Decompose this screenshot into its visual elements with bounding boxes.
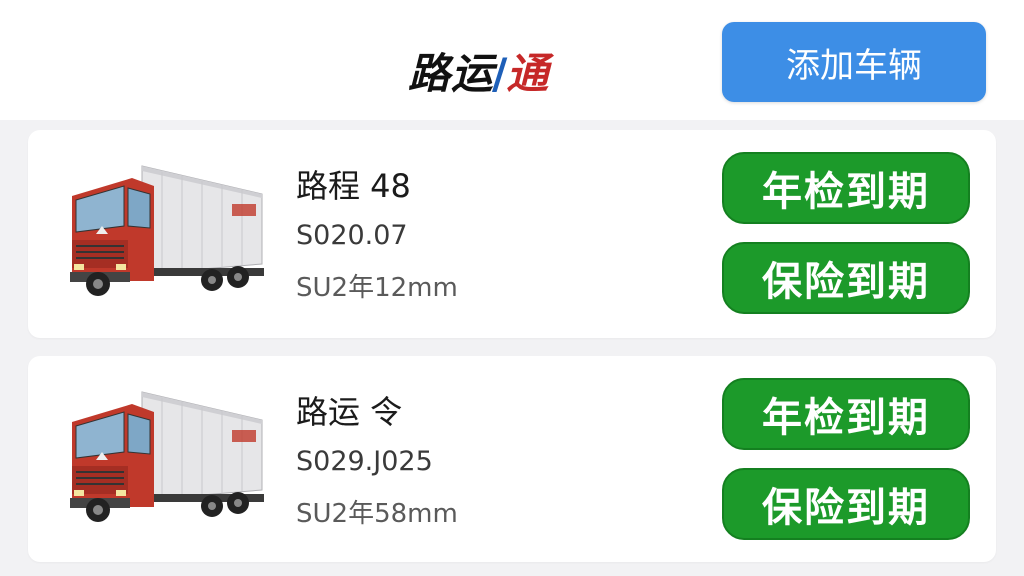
insurance-expiry-badge[interactable]: 保险到期	[722, 242, 970, 314]
vehicle-detail: SU2年58mm	[296, 499, 458, 529]
vehicle-info: 路程 48 S020.07 SU2年12mm	[296, 164, 458, 306]
truck-image	[70, 391, 264, 522]
logo-text-part2: 通	[506, 49, 550, 98]
insurance-expiry-badge[interactable]: 保险到期	[722, 468, 970, 540]
logo-text-part1: 路运	[408, 49, 495, 98]
vehicle-code: S029.J025	[296, 446, 433, 477]
vehicle-code: S020.07	[296, 220, 408, 251]
vehicle-name: 路运 令	[296, 393, 403, 431]
app-logo: 路运/通	[408, 40, 549, 101]
inspection-expiry-badge[interactable]: 年检到期	[722, 378, 970, 450]
inspection-expiry-badge[interactable]: 年检到期	[722, 152, 970, 224]
vehicle-info: 路运 令 S029.J025 SU2年58mm	[296, 390, 458, 532]
truck-image	[70, 165, 264, 296]
app-header: 路运/通 添加车辆	[0, 0, 1024, 120]
vehicle-card[interactable]: 路运 令 S029.J025 SU2年58mm 年检到期 保险到期	[28, 356, 996, 562]
vehicle-card[interactable]: 路程 48 S020.07 SU2年12mm 年检到期 保险到期	[28, 130, 996, 338]
vehicle-detail: SU2年12mm	[296, 273, 458, 303]
add-vehicle-button[interactable]: 添加车辆	[722, 22, 986, 102]
vehicle-name: 路程 48	[296, 167, 411, 205]
